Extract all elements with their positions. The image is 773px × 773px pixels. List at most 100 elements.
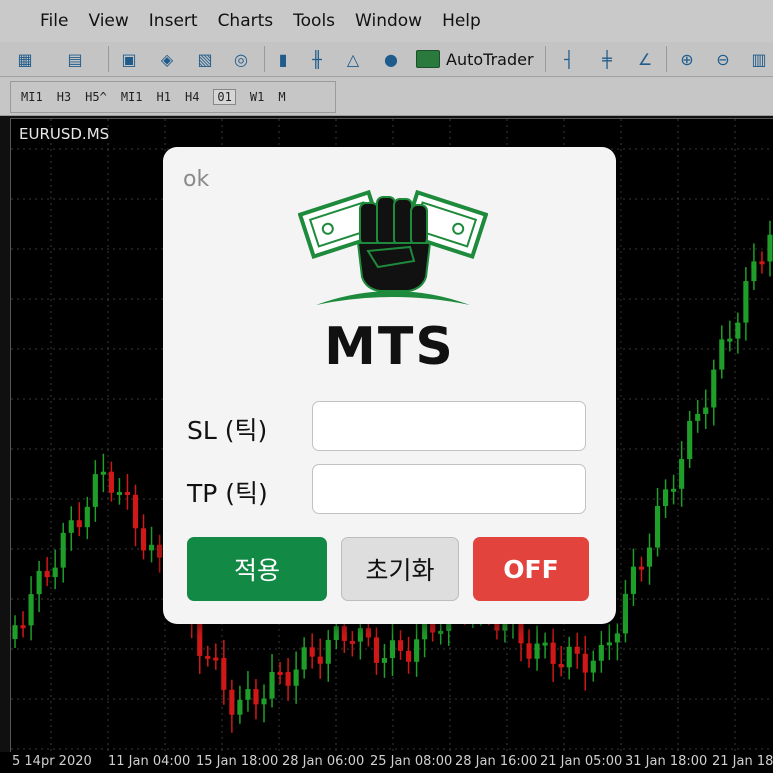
timeframe-button-active[interactable]: 01: [213, 89, 236, 105]
off-button[interactable]: OFF: [473, 537, 589, 601]
autotrader-label: AutoTrader: [446, 49, 534, 69]
time-axis-label: 28 Jan 16:00: [455, 754, 538, 769]
candle-body: [663, 489, 669, 506]
menu-insert[interactable]: Insert: [149, 11, 198, 31]
timeframe-button[interactable]: H3: [57, 90, 71, 104]
candle-body: [68, 520, 74, 533]
data-window-icon[interactable]: ▧: [194, 48, 216, 70]
candle-body: [767, 234, 773, 262]
candle-body: [157, 544, 163, 558]
toolbar: ▦ ▤ ▣ ◈ ▧ ◎ ▮ ╫ △ ● AutoTrader ┤ ╪ ∠ ⊕ ⊖…: [0, 42, 773, 77]
candle-body: [558, 663, 564, 668]
fist-money-logo: [298, 189, 488, 305]
candle-body: [566, 646, 572, 668]
candle-body: [574, 646, 580, 654]
candle-body: [197, 623, 203, 656]
candle-body: [711, 369, 717, 408]
candle-body: [140, 528, 147, 551]
line-chart-icon[interactable]: ∠: [634, 48, 656, 70]
market-watch-icon[interactable]: ▣: [118, 48, 140, 70]
ok-button[interactable]: ok: [183, 167, 209, 192]
candle-body: [502, 623, 508, 631]
candle-body: [36, 570, 42, 595]
candle-body: [542, 642, 548, 646]
menu-view[interactable]: View: [88, 11, 128, 31]
candle-body: [92, 474, 98, 507]
toolbar-separator: [545, 46, 546, 72]
timeframe-button[interactable]: M: [278, 90, 285, 104]
candle-body: [695, 413, 701, 421]
candle-body: [630, 566, 637, 594]
candle-body: [550, 642, 556, 664]
apply-button[interactable]: 적용: [187, 537, 327, 601]
time-axis-label: 5 14pr 2020: [12, 754, 92, 769]
time-axis-label: 21 Jan 18: [712, 754, 773, 769]
autotrader-button[interactable]: AutoTrader: [416, 48, 534, 70]
timeframe-button[interactable]: H1: [157, 90, 171, 104]
zoom-out-icon[interactable]: ⊖: [712, 48, 734, 70]
candle-body: [269, 672, 275, 699]
zoom-in-icon[interactable]: ⊕: [676, 48, 698, 70]
time-axis-label: 31 Jan 18:00: [625, 754, 708, 769]
timeframe-button[interactable]: H5^: [85, 90, 107, 104]
tp-input[interactable]: [312, 464, 586, 514]
candle-body: [261, 698, 267, 705]
candle-body: [52, 567, 58, 578]
profiles-icon[interactable]: ▤: [64, 48, 86, 70]
menu-help[interactable]: Help: [442, 11, 481, 31]
candlestick-icon[interactable]: ╪: [596, 48, 618, 70]
candle-body: [582, 653, 588, 673]
time-axis-label: 15 Jan 18:00: [196, 754, 279, 769]
candle-body: [703, 407, 709, 414]
candle-body: [759, 261, 765, 265]
candle-body: [638, 566, 645, 570]
time-axis: 5 14pr 2020 11 Jan 04:00 15 Jan 18:00 28…: [0, 752, 773, 773]
candle-body: [205, 655, 211, 659]
candle-body: [671, 488, 677, 492]
candle-body: [124, 491, 131, 495]
depth-of-market-icon[interactable]: ╫: [306, 48, 328, 70]
candle-body: [687, 420, 693, 460]
algo-icon[interactable]: ●: [380, 48, 402, 70]
candle-body: [277, 672, 283, 676]
timeframe-button[interactable]: MI1: [21, 90, 43, 104]
navigator-icon[interactable]: ◈: [156, 48, 178, 70]
autotrader-icon: [416, 50, 440, 68]
candle-body: [132, 494, 139, 529]
menu-window[interactable]: Window: [355, 11, 422, 31]
candle-body: [654, 505, 661, 548]
candle-body: [108, 471, 114, 493]
candle-body: [405, 650, 412, 662]
candle-body: [333, 626, 339, 640]
candle-body: [325, 639, 331, 664]
menu-tools[interactable]: Tools: [293, 11, 335, 31]
candle-body: [293, 669, 299, 686]
menu-file[interactable]: File: [40, 11, 68, 31]
menu-bar: File View Insert Charts Tools Window Hel…: [0, 0, 773, 43]
strategy-tester-icon[interactable]: ◎: [230, 48, 252, 70]
candle-body: [727, 338, 733, 342]
candle-body: [221, 657, 227, 690]
brand-title: MTS: [324, 317, 455, 377]
candle-body: [116, 491, 122, 495]
new-order-icon[interactable]: ▮: [272, 48, 294, 70]
candle-body: [590, 660, 596, 673]
candle-body: [229, 689, 235, 715]
time-axis-label: 28 Jan 06:00: [282, 754, 365, 769]
chart-grid-icon[interactable]: ▥: [748, 48, 770, 70]
timeframe-button[interactable]: W1: [250, 90, 264, 104]
sl-input[interactable]: [312, 401, 586, 451]
candle-body: [622, 593, 628, 634]
candle-body: [309, 647, 315, 657]
bar-chart-icon[interactable]: ┤: [558, 48, 580, 70]
timeframe-button[interactable]: MI1: [121, 90, 143, 104]
sl-label: SL (틱): [187, 416, 268, 445]
candle-body: [349, 640, 355, 644]
object-icon[interactable]: △: [342, 48, 364, 70]
reset-button[interactable]: 초기화: [341, 537, 459, 601]
new-chart-icon[interactable]: ▦: [14, 48, 36, 70]
timeframe-button[interactable]: H4: [185, 90, 199, 104]
candle-body: [100, 471, 106, 475]
candle-body: [373, 637, 380, 663]
menu-charts[interactable]: Charts: [218, 11, 274, 31]
